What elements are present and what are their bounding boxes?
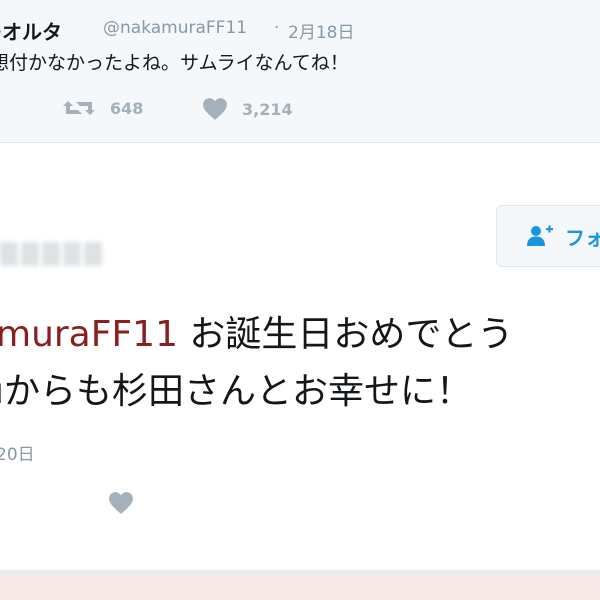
author-display-name[interactable]: ーオルタ [0, 16, 62, 45]
tweet-text: 想付かなかったよね。サムライなんてね！ [0, 52, 349, 74]
retweet-icon [63, 101, 95, 115]
main-tweet-timestamp[interactable]: 20日 [0, 440, 35, 465]
blur-block [21, 242, 39, 266]
retweet-button[interactable]: 648 [62, 97, 143, 119]
follow-button[interactable]: フォ [496, 205, 600, 267]
blurred-author-name [0, 242, 102, 266]
main-tweet-text-line-2: ıからも杉田さんとお幸せに！ [0, 371, 473, 412]
follow-label: フォ [565, 225, 600, 250]
mention-link[interactable]: muraFF11 [0, 314, 178, 355]
blur-block [42, 242, 60, 266]
main-like-button[interactable] [108, 491, 134, 515]
retweet-count: 648 [110, 98, 144, 118]
heart-icon [203, 98, 227, 120]
previous-tweet: ーオルタ @nakamuraFF11 · 2月18日 想付かなかったよね。サムラ… [0, 0, 600, 143]
follow-person-plus-icon [527, 225, 553, 246]
meta-separator: · [274, 18, 280, 38]
blur-block [0, 242, 18, 266]
next-section-strip [0, 574, 600, 600]
blur-block [84, 242, 102, 266]
tweet-timestamp[interactable]: 2月18日 [288, 18, 354, 43]
greeting-text: お誕生日おめでとう [177, 314, 514, 355]
like-count: 3,214 [242, 99, 293, 119]
blur-block [63, 242, 81, 266]
heart-icon [109, 492, 133, 514]
like-button[interactable]: 3,214 [202, 97, 293, 121]
author-handle[interactable]: @nakamuraFF11 [103, 18, 247, 38]
main-tweet-text-line-1: muraFF11 お誕生日おめでとう [0, 305, 513, 357]
